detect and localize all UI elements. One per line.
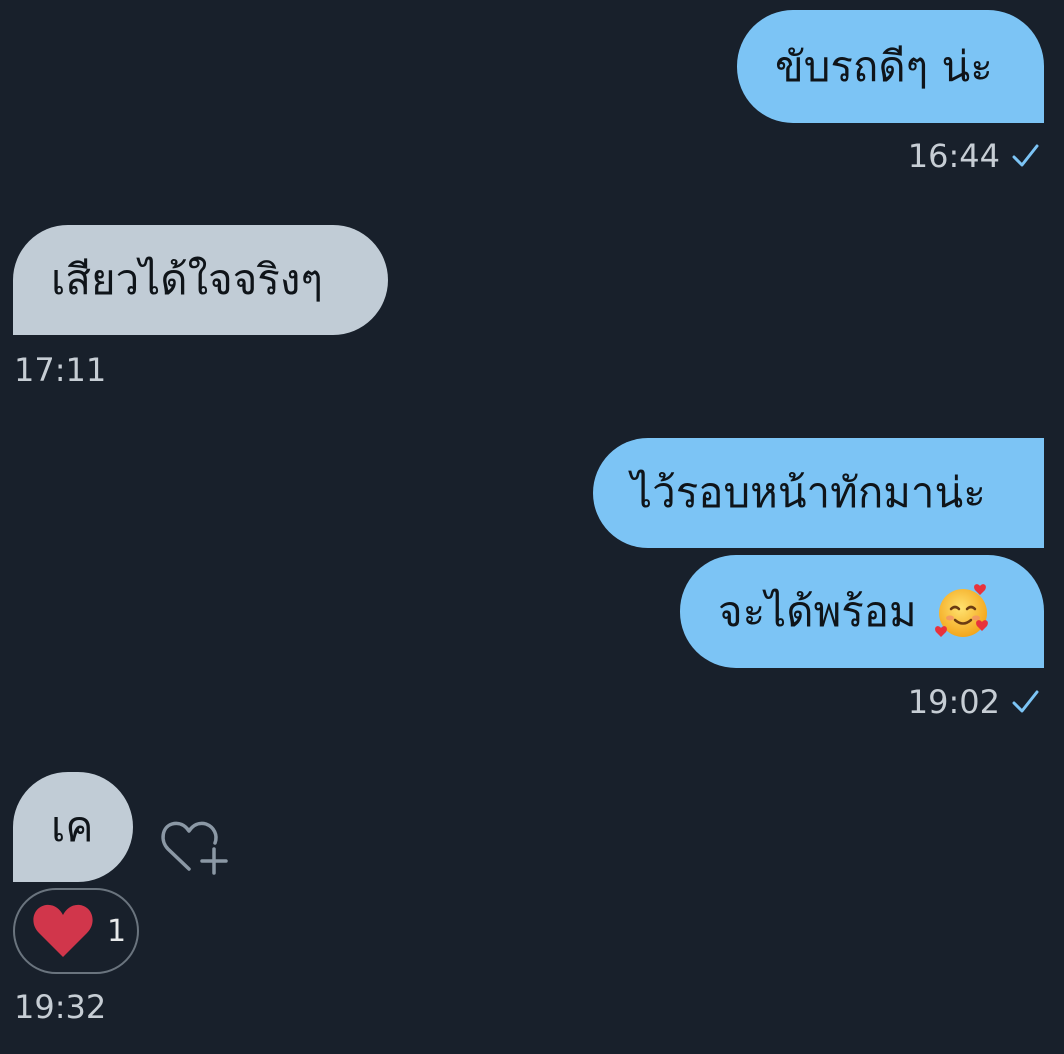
message-text: เค: [51, 802, 94, 851]
message-bubble-outgoing[interactable]: ไว้รอบหน้าทักมาน่ะ: [593, 438, 1044, 548]
message-bubble-incoming[interactable]: เสียวได้ใจจริงๆ: [13, 225, 388, 335]
heart-plus-icon[interactable]: [158, 815, 230, 877]
check-icon: [1012, 690, 1039, 713]
message-text: ไว้รอบหน้าทักมาน่ะ: [631, 468, 986, 517]
message-meta: 19:32: [14, 987, 106, 1027]
message-text: เสียวได้ใจจริงๆ: [51, 255, 323, 304]
message-bubble-incoming[interactable]: เค: [13, 772, 133, 882]
message-meta: 17:11: [14, 350, 106, 390]
reaction-pill[interactable]: 1: [13, 888, 139, 974]
message-text: จะได้พร้อม: [718, 586, 917, 636]
message-meta: 19:02: [908, 680, 1040, 724]
heart-icon: [33, 904, 93, 957]
message-timestamp: 17:11: [14, 351, 107, 389]
message-bubble-outgoing[interactable]: ขับรถดีๆ น่ะ: [737, 10, 1044, 123]
message-bubble-outgoing[interactable]: จะได้พร้อม: [680, 555, 1044, 668]
message-timestamp: 19:32: [14, 988, 107, 1026]
message-meta: 16:44: [908, 134, 1040, 178]
smiling-face-with-hearts-icon: [934, 583, 988, 637]
check-icon: [1012, 144, 1039, 167]
message-text: ขับรถดีๆ น่ะ: [775, 41, 993, 91]
message-timestamp: 16:44: [907, 137, 1000, 175]
message-timestamp: 19:02: [907, 683, 1000, 721]
reaction-count: 1: [107, 913, 127, 949]
